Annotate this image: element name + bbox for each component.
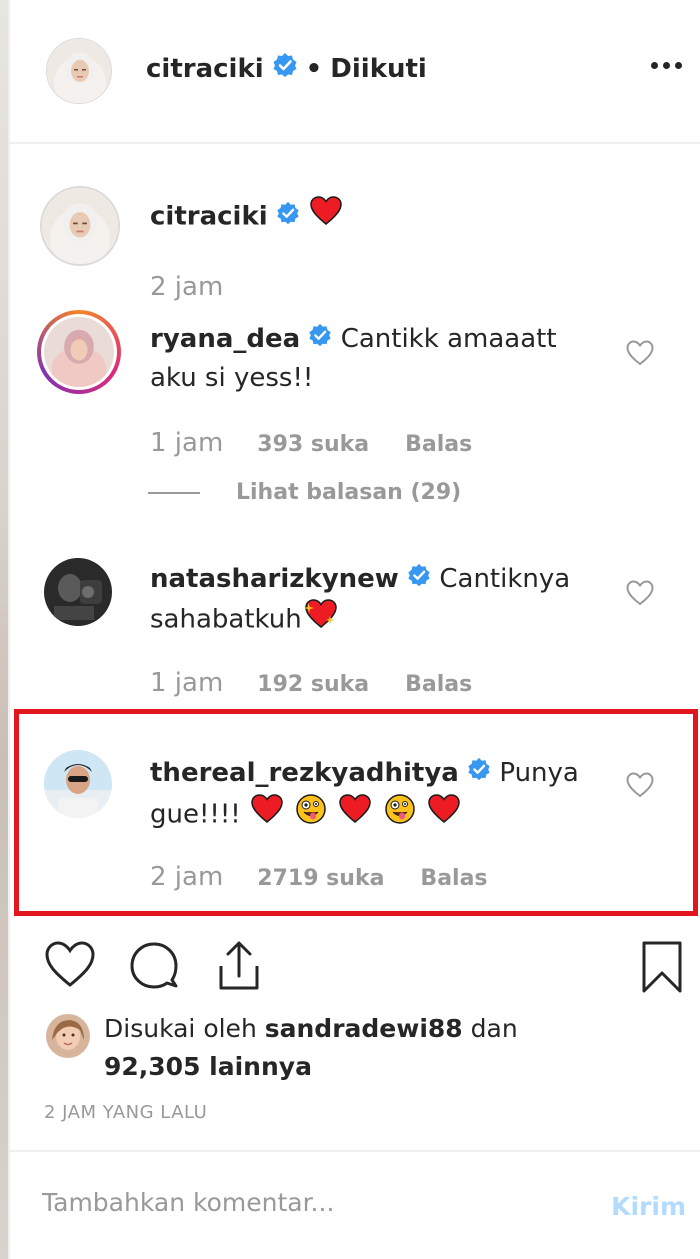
caption: citraciki 2 jam	[10, 186, 700, 306]
comment-avatar-story-ring[interactable]	[37, 310, 121, 394]
verified-badge-icon	[407, 560, 431, 599]
comment-text: Cantikk amaaatt	[340, 324, 557, 354]
post-timestamp[interactable]: 2 JAM YANG LALU	[44, 1102, 207, 1123]
caption-time[interactable]: 2 jam	[150, 272, 223, 302]
comment-time[interactable]: 1 jam	[150, 428, 223, 458]
verified-badge-icon	[272, 52, 298, 85]
comment-likes[interactable]: 192 suka	[257, 672, 369, 697]
highlight-box	[14, 709, 698, 916]
likes-conj: dan	[470, 1014, 518, 1043]
likes-prefix: Disukai oleh	[104, 1014, 257, 1043]
comment-time[interactable]: 1 jam	[150, 668, 223, 698]
comment-username[interactable]: natasharizkynew	[150, 564, 399, 594]
red-heart-emoji-icon	[310, 196, 342, 238]
header-username[interactable]: citraciki	[146, 54, 264, 84]
header-separator: •	[305, 53, 323, 84]
view-replies-button[interactable]: Lihat balasan (29)	[236, 480, 461, 505]
liker-username[interactable]: sandradewi88	[265, 1014, 463, 1043]
comment-text: sahabatkuh	[150, 604, 302, 635]
verified-badge-icon	[276, 198, 300, 237]
likes-summary: Disukai oleh sandradewi88 dan 92,305 lai…	[46, 1010, 686, 1081]
comment-text: aku si yess!!	[150, 363, 314, 393]
send-comment-button[interactable]: Kirim	[611, 1192, 686, 1221]
caption-avatar[interactable]	[40, 186, 120, 266]
follow-status-button[interactable]: Diikuti	[330, 54, 427, 84]
more-options-icon[interactable]	[651, 62, 682, 69]
like-comment-heart-icon[interactable]	[626, 580, 654, 610]
like-comment-heart-icon[interactable]	[626, 340, 654, 370]
reply-button[interactable]: Balas	[405, 672, 472, 697]
liker-avatar[interactable]	[46, 1014, 90, 1058]
header-avatar[interactable]	[46, 38, 112, 104]
comment-text: Cantiknya	[439, 564, 571, 594]
like-heart-icon[interactable]	[44, 940, 96, 992]
add-comment-bar: Kirim	[10, 1150, 700, 1259]
comment-likes[interactable]: 393 suka	[257, 432, 369, 457]
caption-username[interactable]: citraciki	[150, 202, 268, 232]
reply-button[interactable]: Balas	[405, 432, 472, 457]
comment-item: ryana_dea Cantikk amaaatt aku si yess!! …	[10, 308, 700, 518]
post-actions	[10, 932, 700, 1002]
comment-bubble-icon[interactable]	[128, 940, 180, 994]
comment-username[interactable]: ryana_dea	[150, 324, 300, 354]
replies-line	[148, 492, 200, 494]
post-header: citraciki • Diikuti	[10, 0, 700, 144]
comment-avatar[interactable]	[44, 558, 112, 626]
sparkling-heart-emoji-icon	[303, 599, 338, 641]
verified-badge-icon	[308, 320, 332, 359]
likes-count[interactable]: 92,305 lainnya	[104, 1052, 312, 1081]
share-icon[interactable]	[215, 940, 263, 996]
bookmark-icon[interactable]	[640, 940, 684, 998]
add-comment-input[interactable]	[42, 1188, 582, 1217]
comment-item: natasharizkynew Cantiknya sahabatkuh 1 j…	[10, 556, 700, 706]
